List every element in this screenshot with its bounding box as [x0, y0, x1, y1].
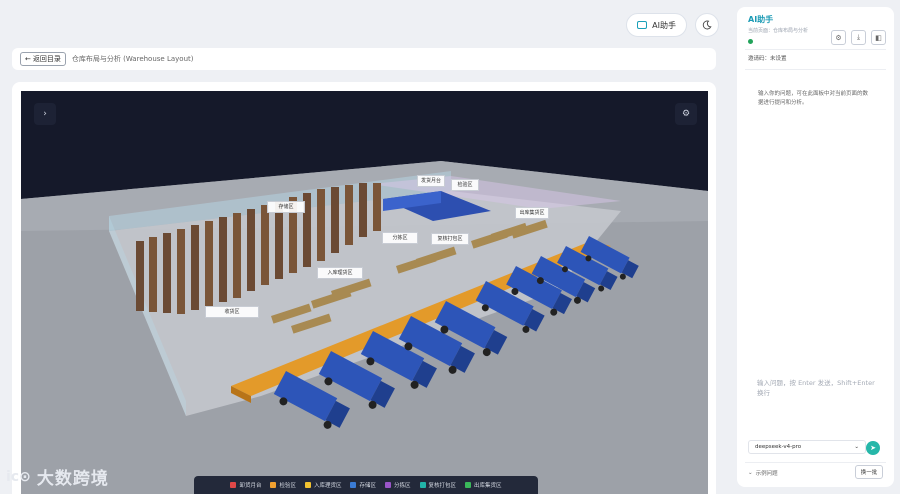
- question-input-placeholder: 输入问题，按 Enter 发送，Shift+Enter 换行: [757, 379, 875, 398]
- gear-icon: ⚙: [681, 109, 691, 119]
- moon-icon: [702, 20, 712, 30]
- chevron-down-icon: ⌄: [854, 444, 859, 450]
- chat-hint: 输入你的问题，可在此面板中对当前页面的数据进行提问和分析。: [758, 91, 869, 106]
- download-icon: ⤓: [856, 33, 861, 41]
- breadcrumb: ← 返回目录 仓库布局与分析 (Warehouse Layout): [12, 48, 716, 70]
- page-title: 仓库布局与分析 (Warehouse Layout): [71, 55, 194, 63]
- zone-label-receiving[interactable]: 收货区: [205, 306, 259, 318]
- assistant-settings-button[interactable]: ⚙: [831, 30, 846, 45]
- watermark-text: 大数跨境: [36, 469, 109, 489]
- legend-swatch: [465, 482, 472, 488]
- settings-icon: ⚙: [835, 33, 842, 42]
- zone-label-putaway[interactable]: 入库理货区: [317, 267, 363, 279]
- legend-swatch: [270, 482, 277, 488]
- theme-toggle-button[interactable]: [695, 13, 719, 37]
- chevron-right-icon: ›: [43, 109, 47, 119]
- legend-item: 复核打包区: [419, 481, 456, 489]
- legend-swatch: [230, 482, 237, 488]
- example-questions-label: 示例问题: [755, 471, 778, 477]
- back-to-catalog-button[interactable]: ← 返回目录: [20, 52, 66, 66]
- ai-panel-icon: [637, 21, 648, 29]
- legend-swatch: [304, 482, 311, 488]
- scene-settings-button[interactable]: ⚙: [675, 103, 697, 125]
- panel-toggle-icon: ◧: [875, 33, 882, 42]
- legend-item: 卸货月台: [230, 481, 261, 489]
- main-area: AI助手 ← 返回目录 仓库布局与分析 (Warehouse Layout) 收…: [0, 0, 729, 494]
- top-actions: AI助手: [626, 13, 719, 37]
- zone-label-packing[interactable]: 复核打包区: [431, 233, 469, 245]
- chevron-down-icon: ⌄: [748, 470, 753, 476]
- example-questions-toggle[interactable]: ⌄ 示例问题: [748, 469, 778, 477]
- legend-swatch: [419, 482, 426, 488]
- refresh-examples-label: 换一批: [860, 470, 878, 476]
- watermark-logo: ic⊙: [6, 468, 31, 485]
- legend-item: 入库理货区: [304, 481, 341, 489]
- legend-item: 出库集货区: [465, 481, 502, 489]
- scene-card: 收货区 入库理货区 存储区 分拣区 复核打包区 出库集货区 发货月台 检验区 ›…: [12, 82, 716, 494]
- model-select[interactable]: deepseek-v4-pro ⌄: [748, 440, 866, 454]
- expand-panel-button[interactable]: ›: [34, 103, 56, 125]
- divider: [745, 69, 886, 70]
- legend-swatch: [385, 482, 391, 488]
- warehouse-3d-scene[interactable]: 收货区 入库理货区 存储区 分拣区 复核打包区 出库集货区 发货月台 检验区 ›…: [21, 91, 708, 494]
- assistant-tools: ⚙ ⤓ ◧: [831, 30, 886, 45]
- watermark: ic⊙ 大数跨境: [6, 464, 109, 490]
- zone-label-inspection[interactable]: 检验区: [451, 179, 479, 191]
- divider: [745, 49, 886, 50]
- zone-label-outbound[interactable]: 出库集货区: [515, 207, 549, 219]
- warehouse-render: [21, 161, 708, 494]
- chat-area: 输入你的问题，可在此面板中对当前页面的数据进行提问和分析。: [748, 80, 885, 365]
- send-icon: ➤: [870, 444, 876, 452]
- zone-label-storage[interactable]: 存储区: [267, 201, 305, 213]
- ai-assistant-label: AI助手: [652, 20, 676, 30]
- arrow-left-icon: ←: [25, 55, 31, 63]
- legend-item: 存储区: [350, 481, 376, 489]
- zone-label-sorting[interactable]: 分拣区: [382, 232, 418, 244]
- zone-legend: 卸货月台 检验区 入库理货区 存储区 分拣区 复核打包区 出库集货区: [194, 476, 538, 494]
- back-label: 返回目录: [32, 55, 61, 63]
- question-input[interactable]: 输入问题，按 Enter 发送，Shift+Enter 换行: [748, 375, 885, 427]
- model-select-value: deepseek-v4-pro: [755, 444, 802, 450]
- legend-item: 分拣区: [385, 481, 411, 489]
- invite-code-label: 邀请码：未设置: [748, 56, 787, 62]
- assistant-subtitle: 当前页面：仓库布局与分析: [748, 28, 809, 34]
- legend-swatch: [350, 482, 357, 488]
- send-button[interactable]: ➤: [866, 441, 880, 455]
- assistant-download-button[interactable]: ⤓: [851, 30, 866, 45]
- ai-assistant-button[interactable]: AI助手: [626, 13, 687, 37]
- ai-assistant-panel: AI助手 当前页面：仓库布局与分析 ⚙ ⤓ ◧ 邀请码：未设置 输入你的问题，可…: [737, 7, 894, 487]
- divider: [745, 462, 886, 463]
- assistant-panel-toggle-button[interactable]: ◧: [871, 30, 886, 45]
- assistant-title: AI助手: [748, 15, 774, 24]
- status-dot: [748, 39, 753, 44]
- refresh-examples-button[interactable]: 换一批: [855, 465, 883, 479]
- zone-label-dock[interactable]: 发货月台: [417, 175, 445, 187]
- legend-item: 检验区: [270, 481, 296, 489]
